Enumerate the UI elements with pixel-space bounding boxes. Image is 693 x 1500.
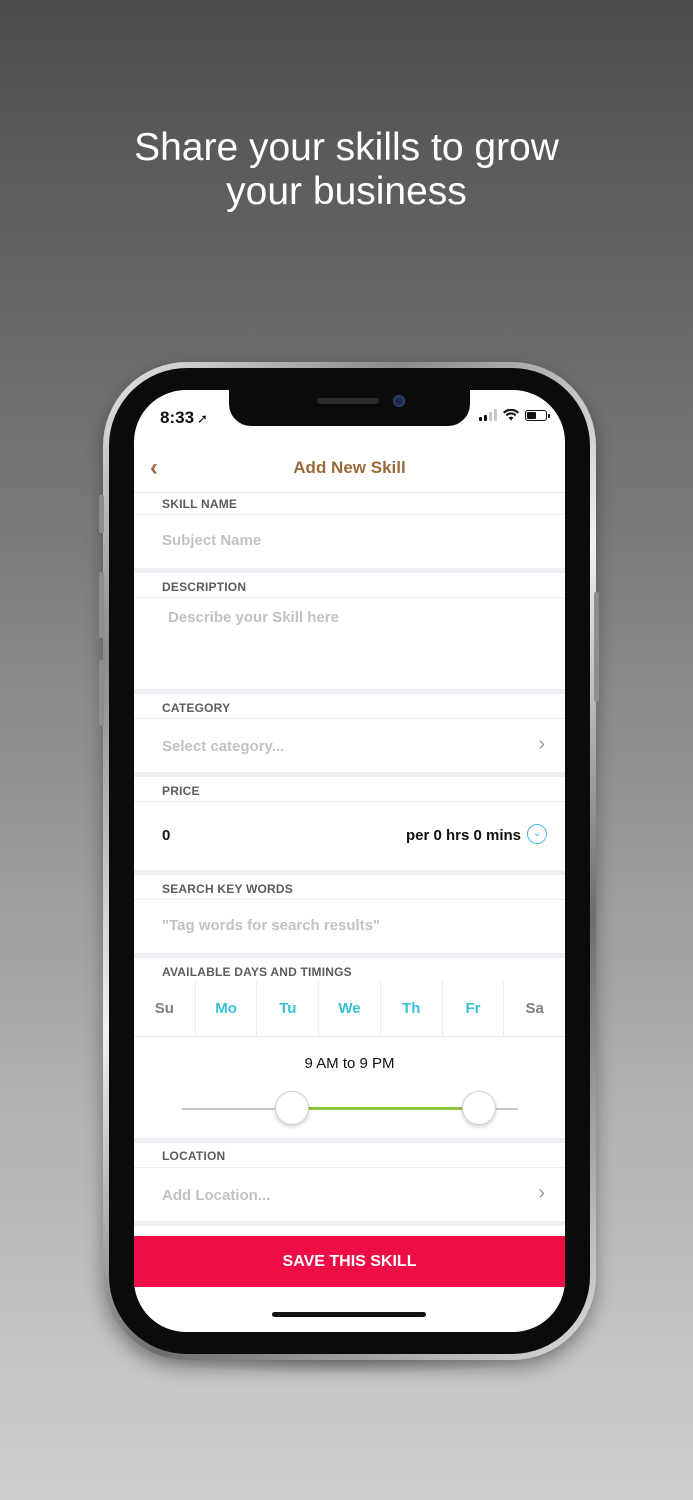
- divider: [134, 597, 565, 598]
- day-toggle[interactable]: Mo: [196, 981, 258, 1036]
- silent-switch: [99, 495, 104, 533]
- location-label: LOCATION: [162, 1149, 226, 1163]
- divider: [134, 1167, 565, 1168]
- section-separator: [134, 870, 565, 875]
- section-separator: [134, 1138, 565, 1143]
- divider: [134, 899, 565, 900]
- time-slider-end-handle[interactable]: [462, 1091, 496, 1125]
- day-toggle[interactable]: Fr: [443, 981, 505, 1036]
- section-separator: [134, 689, 565, 694]
- page-title: Add New Skill: [293, 458, 406, 477]
- description-label: DESCRIPTION: [162, 580, 247, 594]
- day-toggle[interactable]: Su: [134, 981, 196, 1036]
- nav-bar: ‹ Add New Skill: [134, 446, 565, 493]
- status-time: 8:33 ➚: [160, 408, 208, 428]
- category-label: CATEGORY: [162, 701, 231, 715]
- search-keywords-label: SEARCH KEY WORDS: [162, 882, 293, 896]
- skill-name-input[interactable]: Subject Name: [162, 532, 261, 549]
- day-toggle[interactable]: Th: [381, 981, 443, 1036]
- price-input[interactable]: 0: [162, 827, 170, 844]
- location-arrow-icon: ➚: [197, 411, 208, 426]
- power-button: [594, 592, 599, 702]
- home-indicator[interactable]: [272, 1312, 426, 1317]
- section-separator: [134, 953, 565, 958]
- section-separator: [134, 772, 565, 777]
- section-separator: [134, 568, 565, 573]
- category-chevron-right-icon[interactable]: ›: [538, 733, 545, 756]
- category-select[interactable]: Select category...: [162, 738, 284, 755]
- time-slider-start-handle[interactable]: [275, 1091, 309, 1125]
- day-toggle[interactable]: We: [319, 981, 381, 1036]
- divider: [134, 801, 565, 802]
- headline: Share your skills to grow your business: [0, 126, 693, 214]
- location-select[interactable]: Add Location...: [162, 1187, 270, 1204]
- divider: [134, 1036, 565, 1037]
- skill-name-label: SKILL NAME: [162, 497, 238, 511]
- time-slider-range: [292, 1107, 480, 1110]
- speaker: [317, 398, 379, 404]
- day-selector: Su Mo Tu We Th Fr Sa: [134, 981, 565, 1036]
- search-keywords-input[interactable]: "Tag words for search results": [162, 917, 380, 934]
- battery-icon: [525, 410, 550, 421]
- signal-icon: [479, 409, 497, 421]
- time-range-text: 9 AM to 9 PM: [304, 1055, 395, 1072]
- status-time-text: 8:33: [160, 408, 195, 427]
- day-toggle[interactable]: Tu: [257, 981, 320, 1036]
- duration-text[interactable]: per 0 hrs 0 mins: [406, 827, 521, 844]
- save-skill-button[interactable]: SAVE THIS SKILL: [134, 1236, 565, 1287]
- availability-label: AVAILABLE DAYS AND TIMINGS: [162, 965, 352, 979]
- notch: [229, 390, 470, 426]
- section-separator: [134, 1221, 565, 1226]
- front-camera: [393, 395, 405, 407]
- location-chevron-right-icon[interactable]: ›: [538, 1182, 545, 1205]
- duration-dropdown-icon[interactable]: ⌄: [527, 824, 547, 844]
- volume-down-button: [99, 660, 104, 726]
- description-input[interactable]: Describe your Skill here: [168, 609, 339, 626]
- price-label: PRICE: [162, 784, 200, 798]
- phone-screen: 8:33 ➚ ‹ Add New Skill SKILL NAME Subject…: [134, 390, 565, 1332]
- divider: [134, 718, 565, 719]
- volume-up-button: [99, 572, 104, 638]
- divider: [134, 514, 565, 515]
- headline-line-1: Share your skills to grow: [134, 126, 559, 169]
- headline-line-2: your business: [226, 170, 467, 213]
- status-icons: [479, 409, 550, 421]
- wifi-icon: [503, 409, 519, 421]
- day-toggle[interactable]: Sa: [504, 981, 565, 1036]
